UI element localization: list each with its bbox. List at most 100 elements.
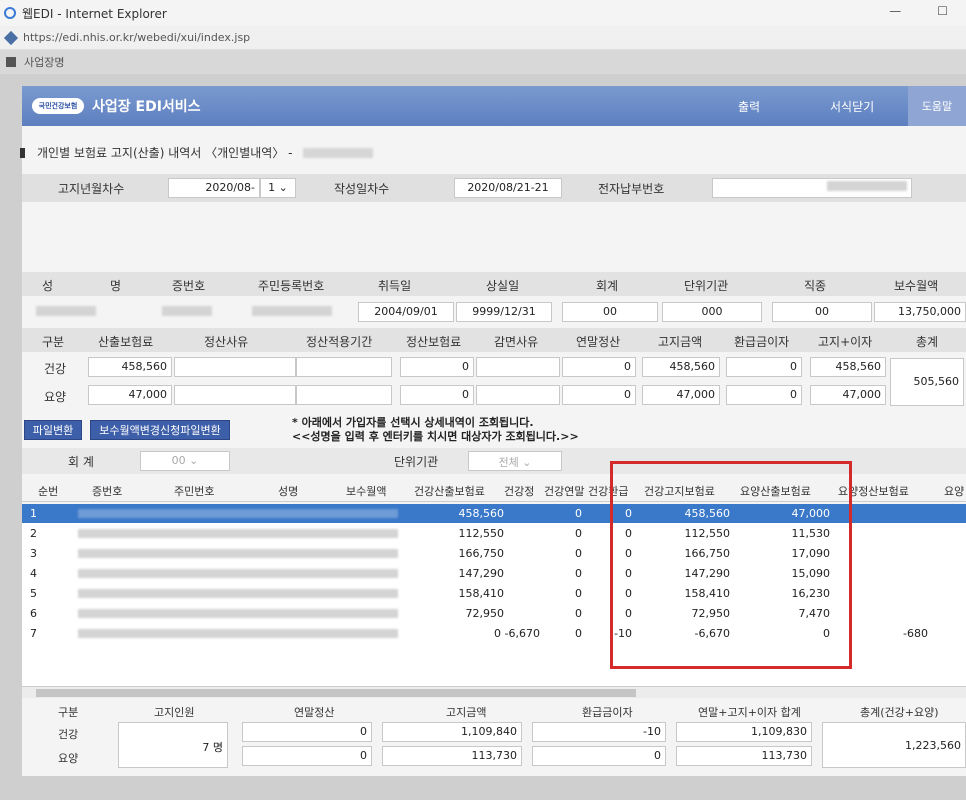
edi-app: 국민건강보험 사업장 EDI서비스 출력 서식닫기 도움말 개인별 보험료 고지… <box>20 86 966 776</box>
unit-filter-select[interactable]: 전체 ⌄ <box>468 451 562 471</box>
file-convert-button[interactable]: 파일변환 <box>24 420 82 440</box>
masked-member-info <box>78 529 398 538</box>
title-bullet <box>20 147 25 158</box>
calc-amount: 47,000 <box>88 385 172 405</box>
monthly-pay-value: 13,750,000 <box>874 302 966 322</box>
summary-row-label: 요양 <box>58 752 79 765</box>
print-button[interactable]: 출력 <box>738 98 760 115</box>
account-filter-select[interactable]: 00 ⌄ <box>140 451 230 471</box>
job-value: 00 <box>772 302 872 322</box>
year-end: 0 <box>562 385 636 405</box>
calc-col: 정산적용기간 <box>306 335 373 349</box>
row-no: 2 <box>30 527 37 540</box>
summary-interest: -10 <box>532 722 666 742</box>
masked-payment-no <box>827 181 907 191</box>
scrollbar-thumb[interactable] <box>36 689 636 697</box>
summary-col: 고지금액 <box>446 706 487 719</box>
h-calc: 0 -6,670 <box>494 627 540 640</box>
filter-row: 고지년월차수 2020/08- 1 ⌄ 작성일차수 2020/08/21-21 … <box>22 174 966 202</box>
settle-reason <box>174 357 296 377</box>
person-col: 상실일 <box>486 279 520 293</box>
grid-col: 건강산출보험료 <box>414 485 485 498</box>
summary-sum: 113,730 <box>676 746 812 766</box>
notice-period-label: 고지년월차수 <box>58 182 125 196</box>
l-settle: -680 <box>903 627 928 640</box>
calc-header: 구분 산출보험료 정산사유 정산적용기간 정산보험료 감면사유 연말정산 고지금… <box>22 328 966 352</box>
calc-total: 505,560 <box>890 358 964 406</box>
person-col: 명 <box>110 279 122 293</box>
h-calc: 158,410 <box>458 587 505 600</box>
masked-member-info <box>78 629 398 638</box>
person-col: 보수월액 <box>894 279 939 293</box>
calc-col: 정산보험료 <box>406 335 462 349</box>
h-settle: 0 <box>575 567 582 580</box>
notice-amount: 458,560 <box>642 357 720 377</box>
close-form-button[interactable]: 서식닫기 <box>830 98 874 115</box>
calc-col: 구분 <box>42 335 65 349</box>
h-settle: 0 <box>575 527 582 540</box>
pay-change-convert-button[interactable]: 보수월액변경신청파일변환 <box>90 420 230 440</box>
reduce-reason <box>476 385 560 405</box>
masked-card-no <box>162 306 212 316</box>
site-icon <box>3 30 19 45</box>
address-bar[interactable]: https://edi.nhis.or.kr/webedi/xui/index.… <box>0 26 966 50</box>
h-settle: 0 <box>575 507 582 520</box>
h-calc: 147,290 <box>458 567 505 580</box>
summary-col: 고지인원 <box>154 706 195 719</box>
chevron-down-icon: ⌄ <box>189 454 199 467</box>
summary-col: 환급금이자 <box>582 706 633 719</box>
calc-col: 감면사유 <box>494 335 539 349</box>
h-settle: 0 <box>575 547 582 560</box>
calc-col: 산출보험료 <box>98 335 154 349</box>
calc-row-label: 요양 <box>44 390 67 404</box>
person-col: 회계 <box>596 279 619 293</box>
summary-col: 총계(건강+요양) <box>860 706 939 719</box>
person-values: 2004/09/01 9999/12/31 00 000 00 13,750,0… <box>22 298 966 324</box>
row-no: 1 <box>30 507 37 520</box>
grid-col: 주민번호 <box>174 485 215 498</box>
row-no: 6 <box>30 607 37 620</box>
summary-col: 연말+고지+이자 합계 <box>698 706 801 719</box>
masked-member-info <box>78 589 398 598</box>
grid-col: 요양 <box>944 485 965 498</box>
grid-col: 건강정 <box>504 485 535 498</box>
payment-no-label: 전자납부번호 <box>598 182 665 196</box>
grid-col: 성명 <box>278 485 299 498</box>
h-calc: 112,550 <box>458 527 505 540</box>
summary-col: 연말정산 <box>294 706 335 719</box>
summary-notice: 113,730 <box>382 746 522 766</box>
page-title: 개인별 보험료 고지(산출) 내역서 〈개인별내역〉 - <box>37 146 293 160</box>
summary-year-end: 0 <box>242 746 372 766</box>
lost-date: 9999/12/31 <box>456 302 552 322</box>
horizontal-scrollbar[interactable] <box>22 686 966 698</box>
refund-interest: 0 <box>726 385 802 405</box>
calc-row-care: 요양 47,000 0 0 47,000 0 47,000 <box>22 382 966 408</box>
masked-member-info <box>78 569 398 578</box>
accounting-value: 00 <box>562 302 658 322</box>
nhis-logo: 국민건강보험 <box>32 98 84 114</box>
account-filter-label: 회 계 <box>68 455 94 469</box>
row-no: 3 <box>30 547 37 560</box>
h-calc: 72,950 <box>465 607 505 620</box>
settle-amount: 0 <box>400 385 474 405</box>
unit-value: 000 <box>662 302 762 322</box>
calc-col: 환급금이자 <box>734 335 790 349</box>
browser-tab[interactable]: 사업장명 <box>0 50 966 74</box>
maximize-icon[interactable]: ☐ <box>937 4 948 18</box>
row-no: 7 <box>30 627 37 640</box>
help-button[interactable]: 도움말 <box>908 86 966 126</box>
h-settle: 0 <box>575 627 582 640</box>
notice-period-field[interactable]: 2020/08- <box>168 178 260 198</box>
url-text[interactable]: https://edi.nhis.or.kr/webedi/xui/index.… <box>23 31 250 44</box>
summary-interest: 0 <box>532 746 666 766</box>
notice-plus-interest: 47,000 <box>810 385 886 405</box>
masked-member-info <box>78 509 398 518</box>
chevron-down-icon: ⌄ <box>522 456 532 469</box>
minimize-icon[interactable]: — <box>889 4 901 18</box>
calc-row-health: 건강 458,560 0 0 458,560 0 458,560 <box>22 354 966 380</box>
payment-no-field <box>712 178 912 198</box>
notice-seq-select[interactable]: 1 ⌄ <box>260 178 296 198</box>
grid-col: 순번 <box>38 485 59 498</box>
notice-amount: 47,000 <box>642 385 720 405</box>
person-col: 단위기관 <box>684 279 729 293</box>
